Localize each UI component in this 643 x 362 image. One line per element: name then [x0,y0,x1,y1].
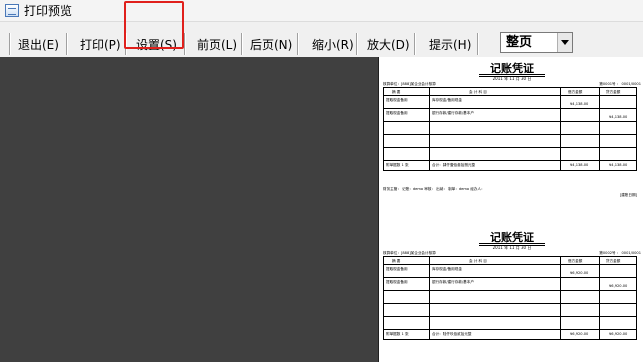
column-divider [429,257,430,339]
total-text: 合计：肆仟壹佰叁拾捌元整 [432,163,476,167]
title-bar: 打印预览 [0,0,643,22]
zoom-out-button[interactable]: 缩小(R) [312,36,354,55]
next-page-button[interactable]: 后页(N) [250,36,292,55]
header-summary: 摘 要 [392,259,401,263]
toolbar-separator [414,33,416,55]
voucher-footer-end: [建账日期] [619,193,637,197]
attachment-count: 附单据数 1 张 [386,163,409,167]
attachment-count: 附单据数 1 张 [386,332,409,336]
toolbar: 退出(E) 打印(P) 设置(S) 前页(L) 后页(N) 缩小(R) 放大(D… [0,23,643,57]
header-debit: 借方金额 [568,90,583,94]
voucher: 记账凭证 2011 年 11 月 30 日 核算单位：[888]某企业会计核算 … [383,229,641,362]
print-button[interactable]: 打印(P) [80,36,121,55]
header-credit: 贷方金额 [606,90,621,94]
header-debit: 借方金额 [568,259,583,263]
chevron-down-icon[interactable] [557,33,572,52]
row-summary: 提取现金备用 [386,267,408,271]
column-divider [599,88,600,170]
toolbar-separator [477,33,479,55]
row-debit: ¥4,138.00 [570,102,589,106]
row-summary: 提取现金备用 [386,280,408,284]
header-account: 会 计 科 目 [469,259,487,263]
row-debit: ¥6,920.00 [570,271,589,275]
window-title: 打印预览 [24,4,73,18]
header-credit: 贷方金额 [606,259,621,263]
exit-button[interactable]: 退出(E) [18,36,59,55]
toolbar-separator [356,33,358,55]
row-summary: 提取现金备用 [386,111,408,115]
settings-highlight-box [124,1,184,49]
view-mode-select[interactable]: 整页 [500,32,573,53]
row-account: 银行存款/建行存款/基本户 [432,280,474,284]
prev-page-button[interactable]: 前页(L) [197,36,237,55]
row-credit: ¥6,920.00 [609,284,628,288]
total-debit: ¥6,920.00 [570,332,589,336]
total-credit: ¥4,138.00 [609,163,628,167]
hint-button[interactable]: 提示(H) [429,36,471,55]
total-text: 合计：陆仟玖佰贰拾元整 [432,332,472,336]
view-mode-value: 整页 [506,35,533,50]
voucher: 记账凭证 2011 年 11 月 30 日 核算单位：[888]某企业会计核算 … [383,60,641,210]
column-divider [560,88,561,170]
toolbar-separator [241,33,243,55]
voucher-table: 摘 要 会 计 科 目 借方金额 贷方金额 提取现金备用 库存现金/备用现金 ¥… [383,87,637,171]
total-debit: ¥4,138.00 [570,163,589,167]
print-preview-icon [5,4,19,17]
column-divider [429,88,430,170]
row-summary: 提取现金备用 [386,98,408,102]
print-preview-window: 打印预览 退出(E) 打印(P) 设置(S) 前页(L) 后页(N) 缩小(R)… [0,0,643,362]
voucher-table: 摘 要 会 计 科 目 借方金额 贷方金额 提取现金备用 库存现金/备用现金 ¥… [383,256,637,340]
column-divider [599,257,600,339]
toolbar-separator [66,33,68,55]
column-divider [560,257,561,339]
row-account: 库存现金/备用现金 [432,267,462,271]
toolbar-separator [9,33,11,55]
voucher-footer: 财务主管： 记账：demo 审核： 出纳： 制单：demo 经办人： [383,187,485,191]
preview-page[interactable]: 记账凭证 2011 年 11 月 30 日 核算单位：[888]某企业会计核算 … [378,57,643,362]
header-account: 会 计 科 目 [469,90,487,94]
preview-area: 记账凭证 2011 年 11 月 30 日 核算单位：[888]某企业会计核算 … [0,57,643,362]
toolbar-separator [297,33,299,55]
total-credit: ¥6,920.00 [609,332,628,336]
row-account: 银行存款/建行存款/基本户 [432,111,474,115]
toolbar-separator [184,33,186,55]
row-account: 库存现金/备用现金 [432,98,462,102]
header-summary: 摘 要 [392,90,401,94]
zoom-in-button[interactable]: 放大(D) [367,36,410,55]
row-credit: ¥4,138.00 [609,115,628,119]
